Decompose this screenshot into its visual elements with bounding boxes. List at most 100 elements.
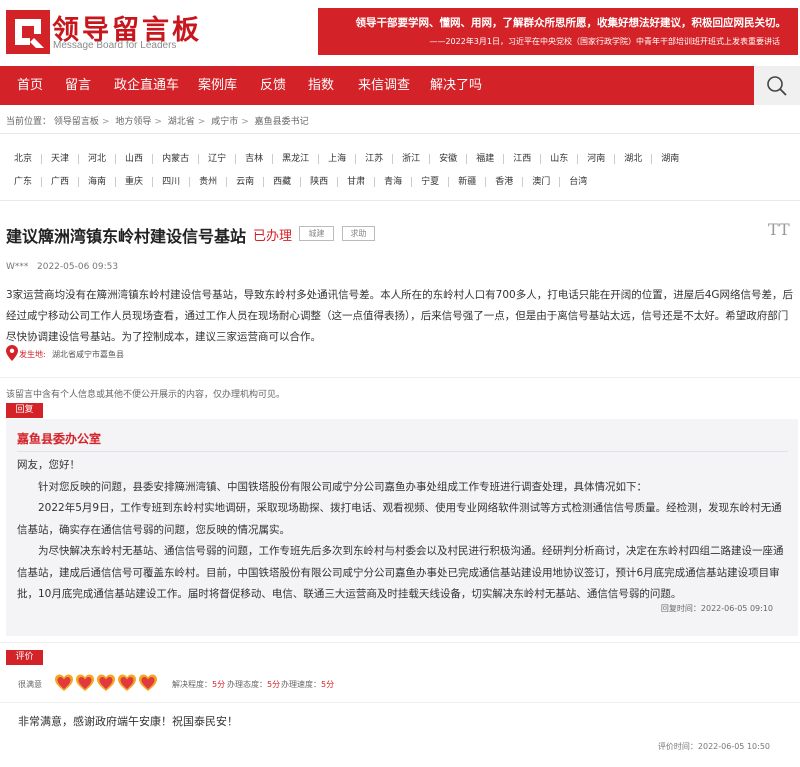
- heart-icon: [118, 674, 136, 691]
- province-link[interactable]: 山西: [115, 154, 152, 164]
- score-attitude: 办理态度：5分: [227, 679, 280, 690]
- privacy-note: 该留言中含有个人信息或其他不便公开展示的内容，仅办理机构可见。: [6, 390, 286, 400]
- province-link[interactable]: 北京: [6, 154, 41, 164]
- nav-solved[interactable]: 解决了吗: [430, 66, 482, 105]
- nav-index[interactable]: 指数: [308, 66, 334, 105]
- heart-icon: [97, 674, 115, 691]
- nav-cases[interactable]: 案例库: [198, 66, 237, 105]
- province-link[interactable]: 海南: [78, 177, 115, 187]
- evaluation-time: 评价时间：2022-06-05 10:50: [657, 742, 770, 751]
- reply-greeting: 网友，您好！: [17, 459, 80, 471]
- province-link[interactable]: 四川: [152, 177, 189, 187]
- nav-survey[interactable]: 来信调查: [358, 66, 410, 105]
- main-nav: 首页 留言 政企直通车 案例库 反馈 指数 来信调查 解决了吗: [0, 66, 800, 105]
- province-link[interactable]: 青海: [374, 177, 411, 187]
- divider: [17, 451, 788, 452]
- province-link[interactable]: 西藏: [263, 177, 300, 187]
- province-link[interactable]: 宁夏: [411, 177, 448, 187]
- message-body: 3家运营商均没有在簰洲湾镇东岭村建设信号基站，导致东岭村多处通讯信号差。本人所在…: [6, 289, 794, 343]
- banner-quote: 领导干部要学网、懂网、用网，了解群众所思所愿，收集好想法好建议，积极回应网民关切…: [355, 17, 787, 29]
- message-title: 建议簰洲湾镇东岭村建设信号基站: [6, 227, 247, 246]
- score-value: 5分: [212, 680, 226, 689]
- score-resolution: 解决程度：5分: [172, 679, 225, 690]
- font-size-icon[interactable]: TT: [768, 220, 790, 239]
- province-link[interactable]: 内蒙古: [152, 154, 198, 164]
- province-link[interactable]: 辽宁: [198, 154, 235, 164]
- heart-icon: [139, 674, 157, 691]
- divider: [0, 377, 800, 378]
- province-link[interactable]: 云南: [226, 177, 263, 187]
- divider: [0, 642, 800, 643]
- score-value: 5分: [267, 680, 281, 689]
- province-link[interactable]: 天津: [41, 154, 78, 164]
- search-button[interactable]: [754, 66, 800, 105]
- reply-paragraph: 2022年5月9日，工作专班到东岭村实地调研，采取现场勘探、拨打电话、观看视频、…: [17, 502, 782, 536]
- score-speed: 办理速度：5分: [281, 679, 334, 690]
- banner-source: ——2022年3月1日，习近平在中央党校（国家行政学院）中青年干部培训班开班式上…: [429, 37, 780, 46]
- reply-organization: 嘉鱼县委办公室: [17, 432, 102, 446]
- province-link[interactable]: 澳门: [522, 177, 559, 187]
- author-name: W***: [6, 262, 29, 272]
- divider: [0, 200, 800, 201]
- evaluation-label: 评价: [6, 650, 43, 665]
- satisfaction-label: 很满意: [18, 680, 42, 689]
- breadcrumb-item-current[interactable]: 嘉鱼县委书记: [255, 117, 309, 127]
- nav-message[interactable]: 留言: [65, 66, 91, 105]
- province-link[interactable]: 陕西: [300, 177, 337, 187]
- location-label: 发生地:: [19, 350, 46, 359]
- logo-icon[interactable]: [6, 10, 50, 54]
- province-link[interactable]: 黑龙江: [272, 154, 318, 164]
- location-pin-icon: [6, 345, 18, 361]
- province-link[interactable]: 上海: [318, 154, 355, 164]
- brand-subtitle: Message Board for Leaders: [53, 40, 177, 51]
- province-row-1: 北京 天津 河北 山西 内蒙古 辽宁 吉林 黑龙江 上海 江苏 浙江 安徽 福建 江西 山东 河南 湖北 湖南: [6, 154, 688, 164]
- province-link[interactable]: 江苏: [355, 154, 392, 164]
- reply-label: 回复: [6, 403, 43, 418]
- message-date: 2022-05-06 09:53: [37, 262, 119, 272]
- province-link[interactable]: 浙江: [392, 154, 429, 164]
- breadcrumb-item-xianning[interactable]: 咸宁市: [211, 117, 238, 127]
- breadcrumb-sep: >: [241, 117, 249, 127]
- breadcrumb-sep: >: [154, 117, 162, 127]
- heart-icon: [55, 674, 73, 691]
- tag-help[interactable]: 求助: [342, 226, 375, 241]
- province-link[interactable]: 广东: [6, 177, 41, 187]
- province-link[interactable]: 新疆: [448, 177, 485, 187]
- province-link[interactable]: 台湾: [559, 177, 596, 187]
- nav-enterprise[interactable]: 政企直通车: [114, 66, 179, 105]
- province-link[interactable]: 河南: [577, 154, 614, 164]
- reply-panel: 嘉鱼县委办公室 网友，您好！ 针对您反映的问题，县委安排簰洲湾镇、中国铁塔股份有…: [6, 419, 798, 636]
- location-value: 湖北省咸宁市嘉鱼县: [52, 350, 124, 359]
- search-icon: [767, 76, 787, 96]
- quote-banner: 领导干部要学网、懂网、用网，了解群众所思所愿，收集好想法好建议，积极回应网民关切…: [318, 8, 798, 55]
- reply-paragraph: 为尽快解决东岭村无基站、通信信号弱的问题，工作专班先后多次到东岭村与村委会以及村…: [17, 545, 784, 600]
- province-link[interactable]: 山东: [540, 154, 577, 164]
- province-row-2: 广东 广西 海南 重庆 四川 贵州 云南 西藏 陕西 甘肃 青海 宁夏 新疆 香港 澳门 台湾: [6, 177, 596, 187]
- province-link[interactable]: 甘肃: [337, 177, 374, 187]
- breadcrumb-item-local[interactable]: 地方领导: [115, 117, 151, 127]
- province-link[interactable]: 贵州: [189, 177, 226, 187]
- breadcrumb-item-hubei[interactable]: 湖北省: [168, 117, 195, 127]
- province-link[interactable]: 吉林: [235, 154, 272, 164]
- province-link[interactable]: 河北: [78, 154, 115, 164]
- breadcrumb-sep: >: [197, 117, 206, 127]
- status-badge: 已办理: [253, 229, 293, 244]
- divider: [0, 702, 800, 703]
- reply-paragraph: 针对您反映的问题，县委安排簰洲湾镇、中国铁塔股份有限公司咸宁分公司嘉鱼办事处组成…: [38, 480, 647, 493]
- province-link[interactable]: 重庆: [115, 177, 152, 187]
- province-link[interactable]: 湖北: [614, 154, 651, 164]
- score-value: 5分: [321, 680, 335, 689]
- nav-feedback[interactable]: 反馈: [260, 66, 286, 105]
- breadcrumb-prefix: 当前位置：: [6, 117, 52, 127]
- score-name: 办理速度：: [281, 680, 321, 689]
- province-link[interactable]: 香港: [485, 177, 522, 187]
- tag-urban[interactable]: 城建: [299, 226, 334, 241]
- province-link[interactable]: 湖南: [651, 154, 688, 164]
- province-link[interactable]: 安徽: [429, 154, 466, 164]
- reply-content: 网友，您好！ 针对您反映的问题，县委安排簰洲湾镇、中国铁塔股份有限公司咸宁分公司…: [17, 455, 790, 606]
- breadcrumb-item-board[interactable]: 领导留言板: [54, 117, 99, 127]
- province-link[interactable]: 江西: [503, 154, 540, 164]
- province-link[interactable]: 广西: [41, 177, 78, 187]
- province-link[interactable]: 福建: [466, 154, 503, 164]
- nav-home[interactable]: 首页: [17, 66, 43, 105]
